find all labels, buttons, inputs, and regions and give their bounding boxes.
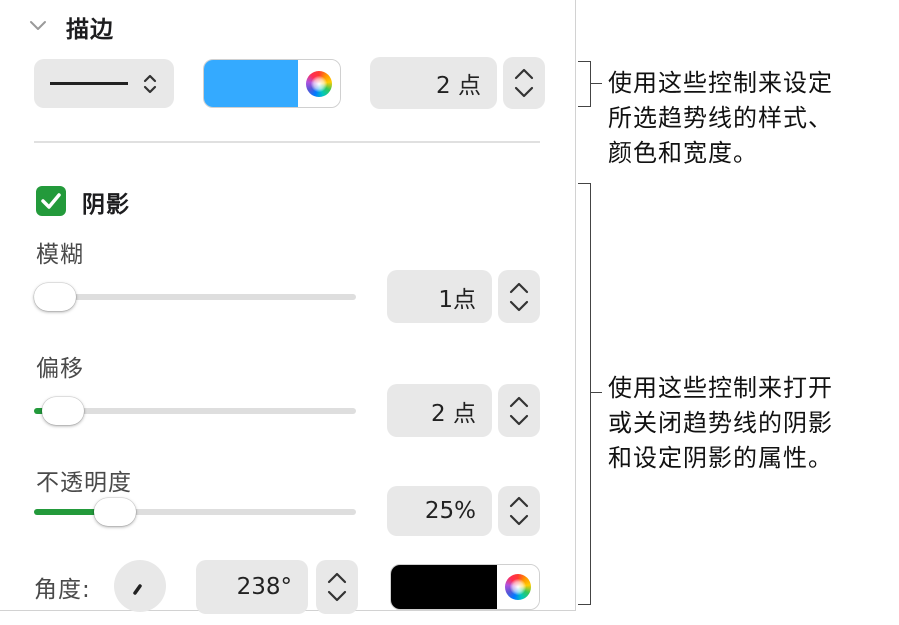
blur-slider[interactable] xyxy=(34,280,356,314)
shadow-callout-bracket xyxy=(578,183,591,605)
stroke-color-swatch[interactable] xyxy=(204,60,298,107)
chevron-down-icon[interactable] xyxy=(508,513,530,527)
angle-stepper[interactable] xyxy=(316,560,358,614)
stroke-color-wheel-button[interactable] xyxy=(298,60,340,107)
color-wheel-icon xyxy=(505,574,531,600)
annotation-line: 或关闭趋势线的阴影 xyxy=(608,409,833,437)
chevron-down-icon[interactable] xyxy=(326,589,348,603)
chevron-down-icon[interactable] xyxy=(29,18,47,32)
up-down-chevron-icon xyxy=(143,74,157,94)
angle-knob[interactable] xyxy=(114,560,166,612)
offset-slider[interactable] xyxy=(34,394,356,428)
annotation-line: 使用这些控制来设定 xyxy=(608,69,833,97)
stroke-callout-bracket xyxy=(578,61,591,107)
stroke-color-well[interactable] xyxy=(203,59,341,108)
chevron-down-icon[interactable] xyxy=(508,299,530,313)
blur-slider-thumb[interactable] xyxy=(34,283,76,311)
chevron-down-icon[interactable] xyxy=(513,85,535,99)
stroke-width-field[interactable]: 2 点 xyxy=(370,57,497,109)
line-style-preview xyxy=(50,82,128,85)
blur-label: 模糊 xyxy=(36,242,84,268)
line-style-popup[interactable] xyxy=(34,59,174,108)
chevron-down-icon[interactable] xyxy=(508,413,530,427)
shadow-color-swatch[interactable] xyxy=(391,565,497,609)
annotation-line: 颜色和宽度。 xyxy=(608,139,758,167)
offset-stepper[interactable] xyxy=(498,384,540,437)
stroke-section-title[interactable]: 描边 xyxy=(66,10,114,44)
section-divider xyxy=(34,141,540,143)
shadow-checkbox[interactable] xyxy=(36,186,66,216)
opacity-stepper[interactable] xyxy=(498,486,540,536)
color-wheel-icon xyxy=(306,70,332,97)
angle-indicator-icon xyxy=(133,584,142,595)
stroke-callout-connector xyxy=(590,83,602,84)
blur-slider-track xyxy=(34,294,356,300)
opacity-value-field[interactable]: 25% xyxy=(387,486,492,536)
blur-value-field[interactable]: 1点 xyxy=(387,270,492,323)
angle-label: 角度: xyxy=(34,577,91,603)
blur-stepper[interactable] xyxy=(498,270,540,323)
chevron-up-icon[interactable] xyxy=(508,395,530,409)
opacity-slider-thumb[interactable] xyxy=(93,498,136,526)
chevron-up-icon[interactable] xyxy=(508,281,530,295)
annotation-line: 所选趋势线的样式、 xyxy=(608,104,833,132)
format-sidebar-panel: 描边 2 点 阴影 模糊 1点 偏移 2 点 不透明度 25% 角度: 238° xyxy=(0,0,576,614)
shadow-annotation: 使用这些控制来打开 或关闭趋势线的阴影 和设定阴影的属性。 xyxy=(608,371,833,476)
chevron-up-icon[interactable] xyxy=(326,571,348,585)
checkmark-icon xyxy=(41,193,61,209)
shadow-color-well[interactable] xyxy=(390,564,540,610)
shadow-callout-connector xyxy=(590,392,602,393)
stroke-annotation: 使用这些控制来设定 所选趋势线的样式、 颜色和宽度。 xyxy=(608,66,833,171)
chevron-up-icon[interactable] xyxy=(508,495,530,509)
annotation-line: 和设定阴影的属性。 xyxy=(608,444,833,472)
opacity-slider[interactable] xyxy=(34,495,356,529)
annotation-line: 使用这些控制来打开 xyxy=(608,374,833,402)
shadow-color-wheel-button[interactable] xyxy=(497,565,539,609)
offset-slider-thumb[interactable] xyxy=(41,397,84,425)
shadow-checkbox-label[interactable]: 阴影 xyxy=(82,185,130,219)
chevron-up-icon[interactable] xyxy=(513,67,535,81)
opacity-label: 不透明度 xyxy=(36,470,132,496)
offset-label: 偏移 xyxy=(36,356,84,382)
stroke-width-stepper[interactable] xyxy=(503,57,545,109)
offset-value-field[interactable]: 2 点 xyxy=(387,384,492,437)
angle-value-field[interactable]: 238° xyxy=(196,560,308,614)
